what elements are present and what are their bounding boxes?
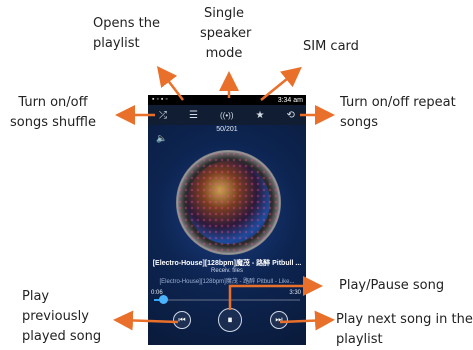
previous-button[interactable]: ⏮ xyxy=(173,311,191,329)
player-toolbar: ⤮ ☰ ((•)) ★ ⟲ xyxy=(148,105,306,125)
status-bar: ▪ ◦ ▪ ◦ 3:34 am xyxy=(148,95,306,105)
annotation-previous: Play previously played song xyxy=(22,289,102,344)
pause-icon: ⏸ xyxy=(227,314,233,326)
sim-card-icon[interactable]: ★ xyxy=(256,110,265,121)
playlist-icon[interactable]: ☰ xyxy=(189,110,198,121)
annotation-sim: SIM card xyxy=(303,39,359,54)
phone-screen: ▪ ◦ ▪ ◦ 3:34 am ⤮ ☰ ((•)) ★ ⟲ 50/201 🔈 [… xyxy=(148,95,306,345)
shuffle-icon[interactable]: ⤮ xyxy=(159,110,167,121)
song-lyric: [Electro-House][128bpm]魔茂 - 路醉 Pitbull -… xyxy=(159,279,295,285)
progress-bar[interactable] xyxy=(154,299,300,301)
annotation-next: Play next song in the playlist xyxy=(336,312,473,347)
play-pause-button[interactable]: ⏸ xyxy=(218,308,242,332)
disc-pattern xyxy=(177,151,280,254)
song-artist: Receiv. files xyxy=(211,268,243,274)
next-icon: ⏭ xyxy=(275,315,283,324)
progress-knob[interactable] xyxy=(159,295,168,304)
annotation-playlist: Opens the playlist xyxy=(93,16,160,51)
annotation-playpause: Play/Pause song xyxy=(339,278,445,293)
album-disc xyxy=(176,150,281,255)
previous-icon: ⏮ xyxy=(178,315,186,324)
time-total: 3:30 xyxy=(289,290,301,296)
track-count: 50/201 xyxy=(216,126,238,133)
annotation-repeat: Turn on/off repeat songs xyxy=(340,95,456,130)
speaker-icon[interactable]: ((•)) xyxy=(220,111,233,120)
repeat-icon[interactable]: ⟲ xyxy=(287,110,295,121)
volume-icon[interactable]: 🔈 xyxy=(156,133,167,144)
song-title: [Electro-House][128bpm]魔茂 - 路醉 Pitbull .… xyxy=(152,260,302,267)
annotation-speaker: Single speaker mode xyxy=(200,6,252,61)
notification-icons: ▪ ◦ ▪ ◦ xyxy=(152,96,168,103)
next-button[interactable]: ⏭ xyxy=(270,311,288,329)
status-time: 3:34 am xyxy=(277,96,303,104)
annotation-shuffle: Turn on/off songs shuffle xyxy=(10,95,96,130)
